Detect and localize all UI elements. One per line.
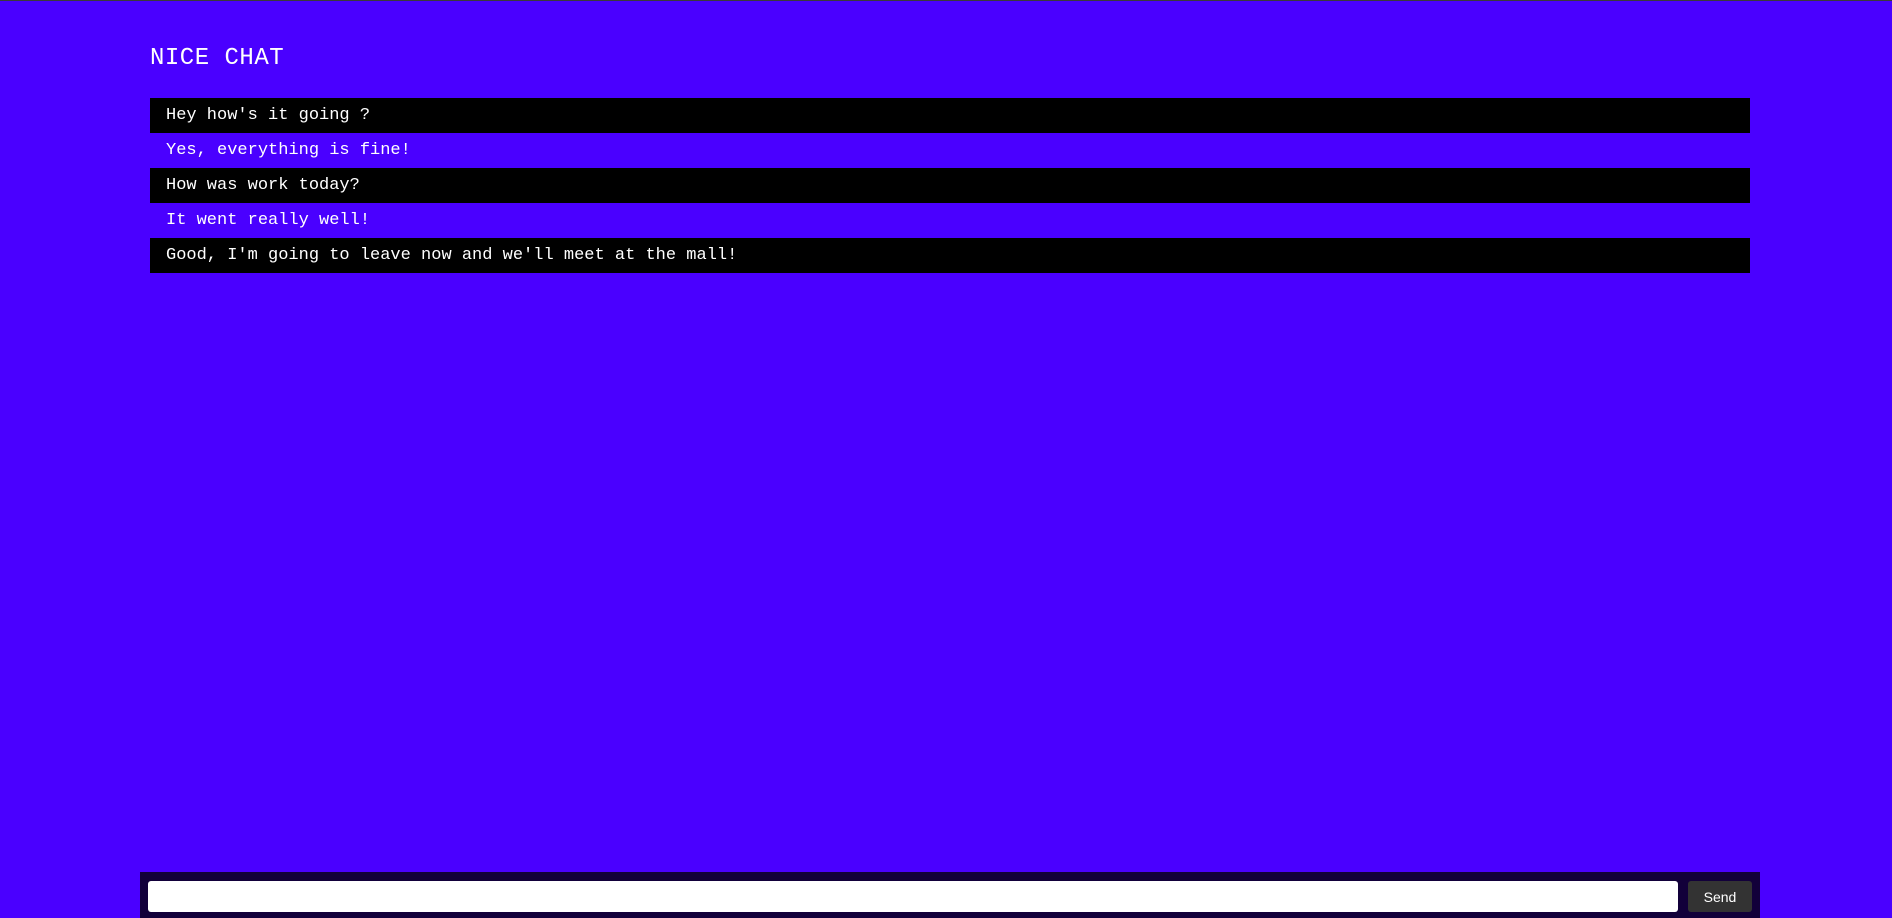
message-item: Yes, everything is fine! [166, 141, 411, 160]
message-item: How was work today? [150, 168, 1750, 203]
compose-bar: Send [140, 872, 1760, 918]
message-list: Hey how's it going ? Yes, everything is … [150, 98, 1750, 273]
message-input[interactable] [148, 881, 1678, 912]
message-item: Hey how's it going ? [150, 98, 1750, 133]
top-rule [0, 0, 1892, 1]
page-title: NICE CHAT [150, 45, 285, 72]
message-item: Good, I'm going to leave now and we'll m… [150, 238, 1750, 273]
message-item: It went really well! [166, 211, 371, 230]
send-button[interactable]: Send [1688, 881, 1752, 912]
